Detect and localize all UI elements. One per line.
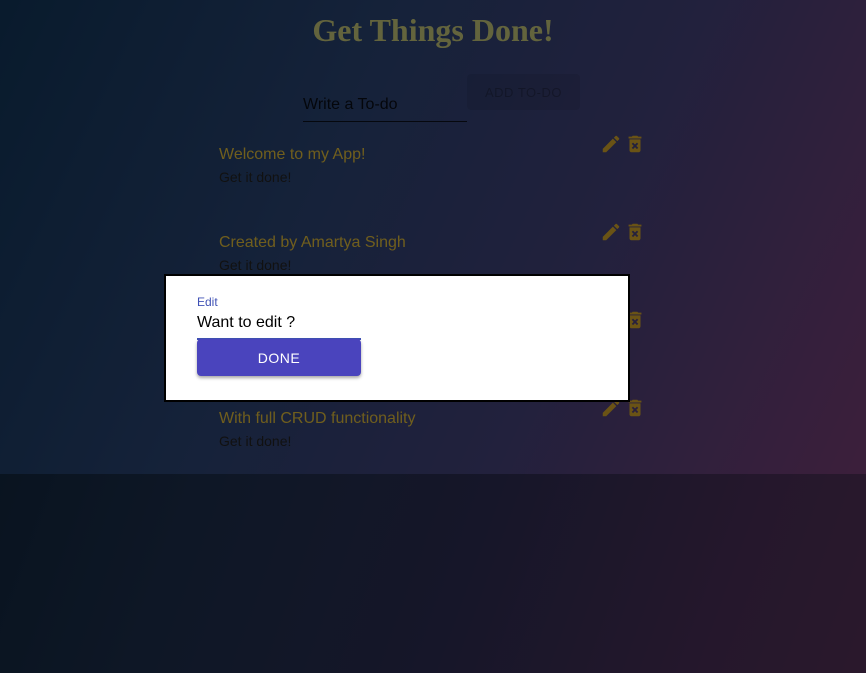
edit-field-label: Edit	[197, 295, 218, 309]
edit-field	[197, 310, 361, 340]
done-button[interactable]: DONE	[197, 339, 361, 376]
edit-input[interactable]	[197, 314, 357, 332]
edit-dialog: Edit DONE	[164, 274, 630, 402]
